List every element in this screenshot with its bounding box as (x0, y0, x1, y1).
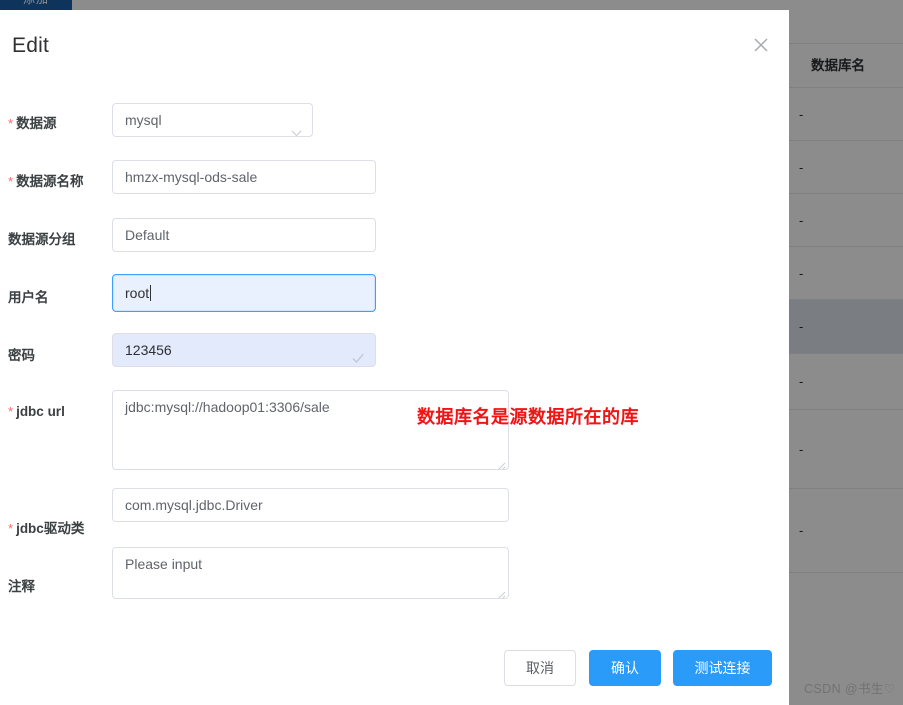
label-jdbc-url-text: jdbc url (16, 404, 65, 419)
dialog-footer: 取消 确认 测试连接 (0, 650, 789, 690)
label-jdbc-driver-text: jdbc驱动类 (16, 521, 85, 536)
username-input[interactable]: root (112, 274, 376, 312)
chevron-down-icon (291, 116, 302, 137)
label-password-text: 密码 (8, 348, 35, 363)
label-username: 用户名 (8, 286, 104, 306)
resize-grip-icon[interactable] (496, 457, 506, 469)
label-comment: 注释 (8, 575, 104, 595)
close-icon[interactable] (751, 35, 771, 55)
datasource-select[interactable]: mysql (112, 103, 313, 137)
jdbc-url-value: jdbc:mysql://hadoop01:3306/sale (125, 399, 330, 415)
label-datasource-name: * 数据源名称 (8, 170, 104, 190)
label-username-text: 用户名 (8, 290, 49, 305)
required-asterisk: * (8, 174, 14, 189)
jdbc-driver-value: com.mysql.jdbc.Driver (125, 497, 263, 513)
datasource-group-input[interactable]: Default (112, 218, 376, 252)
label-jdbc-url: * jdbc url (8, 404, 104, 419)
datasource-name-input[interactable]: hmzx-mysql-ods-sale (112, 160, 376, 194)
label-datasource: * 数据源 (8, 112, 104, 132)
jdbc-driver-input[interactable]: com.mysql.jdbc.Driver (112, 488, 509, 522)
dialog-title: Edit (12, 34, 49, 57)
label-comment-text: 注释 (8, 579, 35, 594)
comment-placeholder: Please input (125, 556, 203, 572)
required-asterisk: * (8, 116, 14, 131)
comment-textarea[interactable]: Please input (112, 547, 509, 599)
datasource-group-value: Default (125, 227, 170, 243)
datasource-select-value: mysql (125, 112, 162, 128)
edit-datasource-dialog: Edit * 数据源 mysql * 数据源名称 hmzx-mysql-ods-… (0, 10, 789, 705)
password-value: 123456 (125, 342, 172, 358)
annotation-text: 数据库名是源数据所在的库 (417, 407, 639, 427)
jdbc-url-textarea[interactable]: jdbc:mysql://hadoop01:3306/sale (112, 390, 509, 470)
label-datasource-group-text: 数据源分组 (8, 232, 76, 247)
cancel-button[interactable]: 取消 (504, 650, 576, 686)
label-password: 密码 (8, 344, 104, 364)
label-datasource-group: 数据源分组 (8, 228, 104, 248)
required-asterisk: * (8, 404, 14, 419)
text-caret (150, 285, 152, 301)
label-datasource-name-text: 数据源名称 (16, 174, 84, 189)
required-asterisk: * (8, 521, 14, 536)
label-datasource-text: 数据源 (16, 116, 57, 131)
test-connection-button[interactable]: 测试连接 (673, 650, 772, 686)
password-input[interactable]: 123456 (112, 333, 376, 367)
confirm-button[interactable]: 确认 (589, 650, 661, 686)
username-value: root (125, 285, 150, 301)
app-root: 添加 数据库名 -------- CSDN @书生♡ Edit *数据源 (0, 0, 903, 705)
resize-grip-icon[interactable] (496, 586, 506, 598)
datasource-name-value: hmzx-mysql-ods-sale (125, 169, 258, 185)
check-icon (351, 344, 365, 363)
label-jdbc-driver: * jdbc驱动类 (8, 517, 104, 537)
